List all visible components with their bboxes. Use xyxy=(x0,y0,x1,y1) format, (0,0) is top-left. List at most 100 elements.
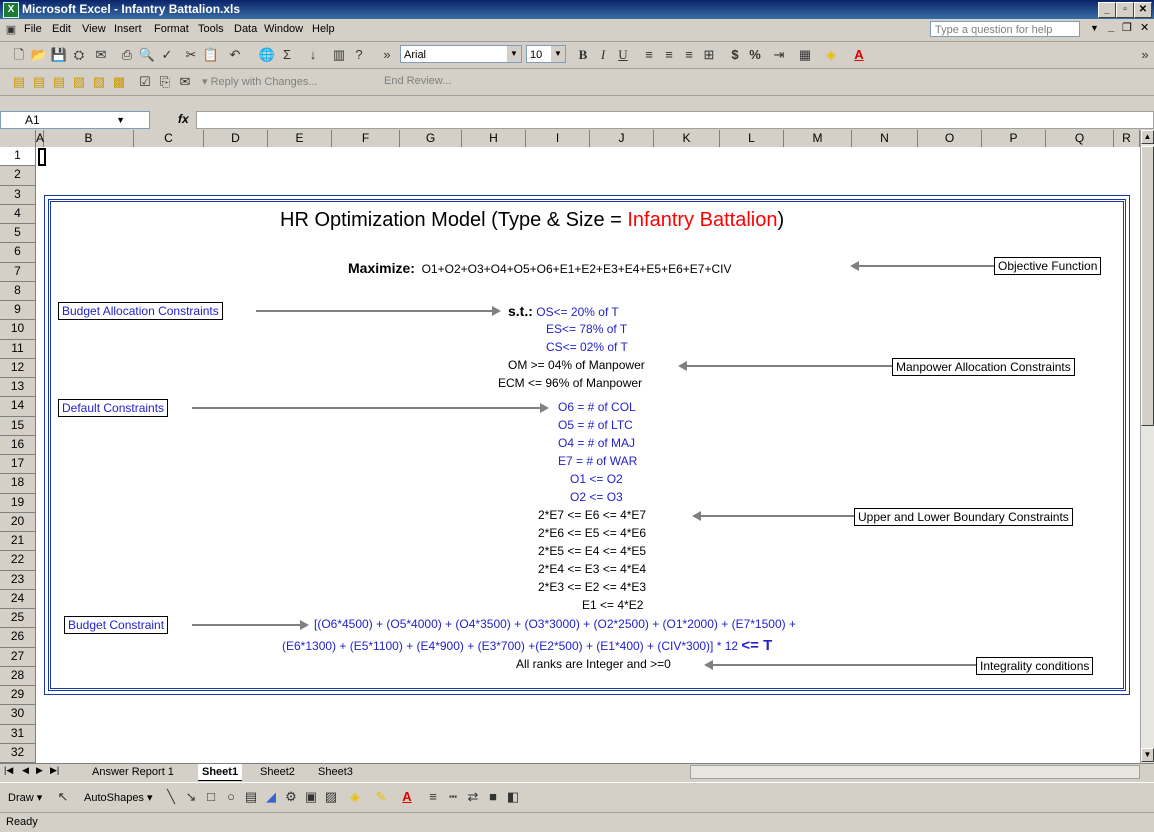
row-header[interactable]: 10 xyxy=(0,320,36,340)
column-header[interactable]: K xyxy=(654,130,720,147)
row-header[interactable]: 13 xyxy=(0,378,36,398)
menu-view[interactable]: View xyxy=(82,23,106,35)
select-objects-icon[interactable]: ↖ xyxy=(54,788,72,806)
function-icon[interactable]: fx xyxy=(178,112,189,126)
formula-input[interactable] xyxy=(196,111,1154,129)
align-left-icon[interactable]: ≡ xyxy=(640,46,658,64)
toolbar-options-icon[interactable]: » xyxy=(1136,46,1154,64)
text-box-icon[interactable]: ▤ xyxy=(242,788,260,806)
autoshapes-menu[interactable]: AutoShapes ▾ xyxy=(84,791,153,804)
show-all-comments-icon[interactable]: ▨ xyxy=(90,73,108,91)
draw-menu[interactable]: Draw ▾ xyxy=(8,791,42,804)
column-header[interactable]: C xyxy=(134,130,204,147)
wordart-icon[interactable]: ◢ xyxy=(262,788,280,806)
tab-answer-report-1[interactable]: Answer Report 1 xyxy=(88,764,178,780)
minimize-button[interactable]: _ xyxy=(1098,2,1116,18)
row-header[interactable]: 5 xyxy=(0,224,36,244)
column-header[interactable]: I xyxy=(526,130,590,147)
row-header[interactable]: 29 xyxy=(0,686,36,706)
help-icon[interactable]: ? xyxy=(350,46,368,64)
row-header[interactable]: 26 xyxy=(0,628,36,648)
row-header[interactable]: 18 xyxy=(0,474,36,494)
scroll-up-icon[interactable]: ▲ xyxy=(1141,130,1154,144)
column-header[interactable]: D xyxy=(204,130,268,147)
help-dropdown-icon[interactable]: ▼ xyxy=(1090,23,1099,33)
font-color-icon[interactable]: A xyxy=(398,788,416,806)
row-header[interactable]: 28 xyxy=(0,666,36,686)
undo-icon[interactable]: ↶ xyxy=(226,46,244,64)
reply-with-changes-button[interactable]: ▾ Reply with Changes... xyxy=(202,75,318,88)
print-icon[interactable]: ⎙ xyxy=(118,46,136,64)
doc-close-button[interactable]: ✕ xyxy=(1140,21,1149,34)
currency-icon[interactable]: $ xyxy=(726,46,744,64)
menu-edit[interactable]: Edit xyxy=(52,23,71,35)
dash-style-icon[interactable]: ┅ xyxy=(444,788,462,806)
toolbar-options-icon[interactable]: » xyxy=(378,46,396,64)
row-header[interactable]: 14 xyxy=(0,397,36,417)
shadow-icon[interactable]: ■ xyxy=(484,788,502,806)
row-header[interactable]: 17 xyxy=(0,455,36,475)
column-header[interactable]: Q xyxy=(1046,130,1114,147)
clip-art-icon[interactable]: ▣ xyxy=(302,788,320,806)
row-header[interactable]: 11 xyxy=(0,339,36,359)
chart-wizard-icon[interactable]: ▥ xyxy=(330,46,348,64)
row-header[interactable]: 22 xyxy=(0,551,36,571)
column-header[interactable]: L xyxy=(720,130,784,147)
row-header[interactable]: 25 xyxy=(0,609,36,629)
column-header[interactable]: R xyxy=(1114,130,1140,147)
font-name-select[interactable]: Arial ▼ xyxy=(400,45,522,63)
last-sheet-icon[interactable]: ▶| xyxy=(50,765,59,776)
row-header[interactable]: 12 xyxy=(0,358,36,378)
next-comment-icon[interactable]: ▤ xyxy=(50,73,68,91)
font-size-select[interactable]: 10 ▼ xyxy=(526,45,566,63)
chevron-down-icon[interactable]: ▼ xyxy=(551,46,565,62)
new-icon[interactable]: 🗋 xyxy=(10,46,28,64)
row-header[interactable]: 21 xyxy=(0,532,36,552)
column-header[interactable]: B xyxy=(44,130,134,147)
align-center-icon[interactable]: ≡ xyxy=(660,46,678,64)
3d-icon[interactable]: ◧ xyxy=(504,788,522,806)
tab-sheet2[interactable]: Sheet2 xyxy=(256,764,299,780)
italic-icon[interactable]: I xyxy=(594,46,612,64)
next-sheet-icon[interactable]: ▶ xyxy=(36,765,43,776)
scroll-thumb[interactable] xyxy=(1141,146,1154,426)
row-header[interactable]: 7 xyxy=(0,262,36,282)
doc-restore-button[interactable]: ❐ xyxy=(1122,21,1132,34)
sort-ascending-icon[interactable]: ↓ xyxy=(304,46,322,64)
arrow-icon[interactable]: ↘ xyxy=(182,788,200,806)
merge-center-icon[interactable]: ⊞ xyxy=(700,46,718,64)
column-header[interactable]: A xyxy=(36,130,44,147)
row-header[interactable]: 30 xyxy=(0,705,36,725)
fill-color-icon[interactable]: ◈ xyxy=(346,788,364,806)
bold-icon[interactable]: B xyxy=(574,46,592,64)
show-comment-icon[interactable]: ▧ xyxy=(70,73,88,91)
menu-file[interactable]: File xyxy=(24,23,42,35)
borders-icon[interactable]: ▦ xyxy=(796,46,814,64)
workbook-icon[interactable]: ▣ xyxy=(2,21,20,39)
first-sheet-icon[interactable]: |◀ xyxy=(4,765,13,776)
excel-app-icon[interactable]: X xyxy=(3,2,19,18)
row-header[interactable]: 32 xyxy=(0,743,36,763)
line-icon[interactable]: ╲ xyxy=(162,788,180,806)
paste-icon[interactable]: 📋 xyxy=(202,46,220,64)
close-button[interactable]: ✕ xyxy=(1134,2,1152,18)
chevron-down-icon[interactable]: ▼ xyxy=(507,46,521,62)
menu-help[interactable]: Help xyxy=(312,23,335,35)
prev-sheet-icon[interactable]: ◀ xyxy=(22,765,29,776)
name-box[interactable]: A1 ▼ xyxy=(0,111,150,129)
print-preview-icon[interactable]: 🔍 xyxy=(138,46,156,64)
row-header[interactable]: 6 xyxy=(0,243,36,263)
update-file-icon[interactable]: ⎘ xyxy=(156,73,174,91)
row-header[interactable]: 20 xyxy=(0,512,36,532)
underline-icon[interactable]: U xyxy=(614,46,632,64)
new-comment-icon[interactable]: ▤ xyxy=(10,73,28,91)
menu-insert[interactable]: Insert xyxy=(114,23,142,35)
send-to-icon[interactable]: ✉ xyxy=(176,73,194,91)
hyperlink-icon[interactable]: 🌐 xyxy=(258,46,276,64)
previous-comment-icon[interactable]: ▤ xyxy=(30,73,48,91)
row-header[interactable]: 19 xyxy=(0,493,36,513)
row-header[interactable]: 31 xyxy=(0,724,36,744)
help-search-input[interactable]: Type a question for help xyxy=(930,21,1080,37)
column-header[interactable]: J xyxy=(590,130,654,147)
save-icon[interactable]: 💾 xyxy=(50,46,68,64)
